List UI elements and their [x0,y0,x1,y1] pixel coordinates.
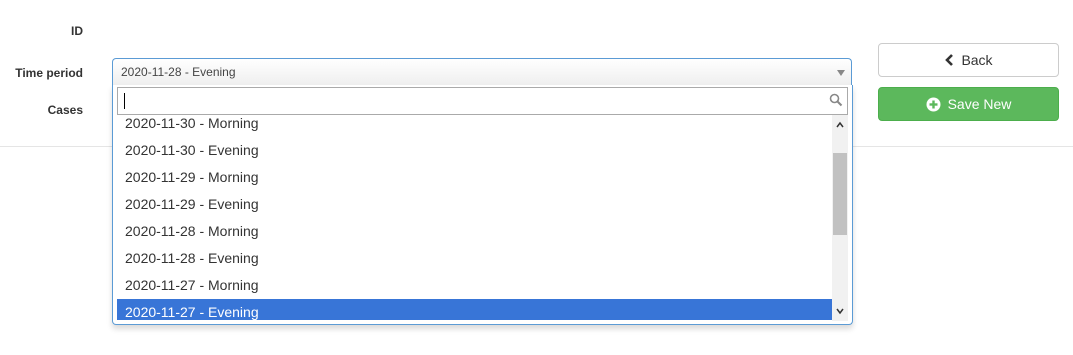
plus-circle-icon [926,97,941,112]
save-new-button-label: Save New [947,96,1012,112]
dropdown-scrollbar[interactable] [832,115,848,321]
time-period-label: Time period [15,66,83,80]
id-label: ID [71,24,83,38]
scroll-up-icon[interactable] [832,117,848,133]
back-button[interactable]: Back [878,43,1059,77]
chevron-left-icon [944,53,954,67]
caret-down-icon[interactable] [837,70,845,76]
save-new-button[interactable]: Save New [878,87,1059,121]
time-period-dropdown: 2020-11-30 - Morning 2020-11-30 - Evening… [112,85,853,325]
dropdown-options-list: 2020-11-30 - Morning 2020-11-30 - Evening… [117,114,832,320]
scroll-down-icon[interactable] [832,303,848,319]
dropdown-search-box[interactable] [117,87,848,115]
dropdown-option[interactable]: 2020-11-28 - Evening [117,245,832,272]
dropdown-option[interactable]: 2020-11-29 - Evening [117,191,832,218]
time-period-selected-value: 2020-11-28 - Evening [121,65,236,79]
dropdown-option[interactable]: 2020-11-27 - Morning [117,272,832,299]
dropdown-option[interactable]: 2020-11-29 - Morning [117,164,832,191]
search-icon [829,93,843,107]
dropdown-search-input[interactable] [118,88,818,114]
back-button-label: Back [961,52,993,68]
scrollbar-thumb[interactable] [833,153,847,235]
dropdown-option[interactable]: 2020-11-27 - Evening [117,299,832,320]
cases-label: Cases [47,103,83,117]
dropdown-option[interactable]: 2020-11-28 - Morning [117,218,832,245]
text-cursor [124,93,125,109]
time-period-select[interactable]: 2020-11-28 - Evening [112,58,852,86]
dropdown-option[interactable]: 2020-11-30 - Morning [117,114,832,137]
dropdown-option[interactable]: 2020-11-30 - Evening [117,137,832,164]
